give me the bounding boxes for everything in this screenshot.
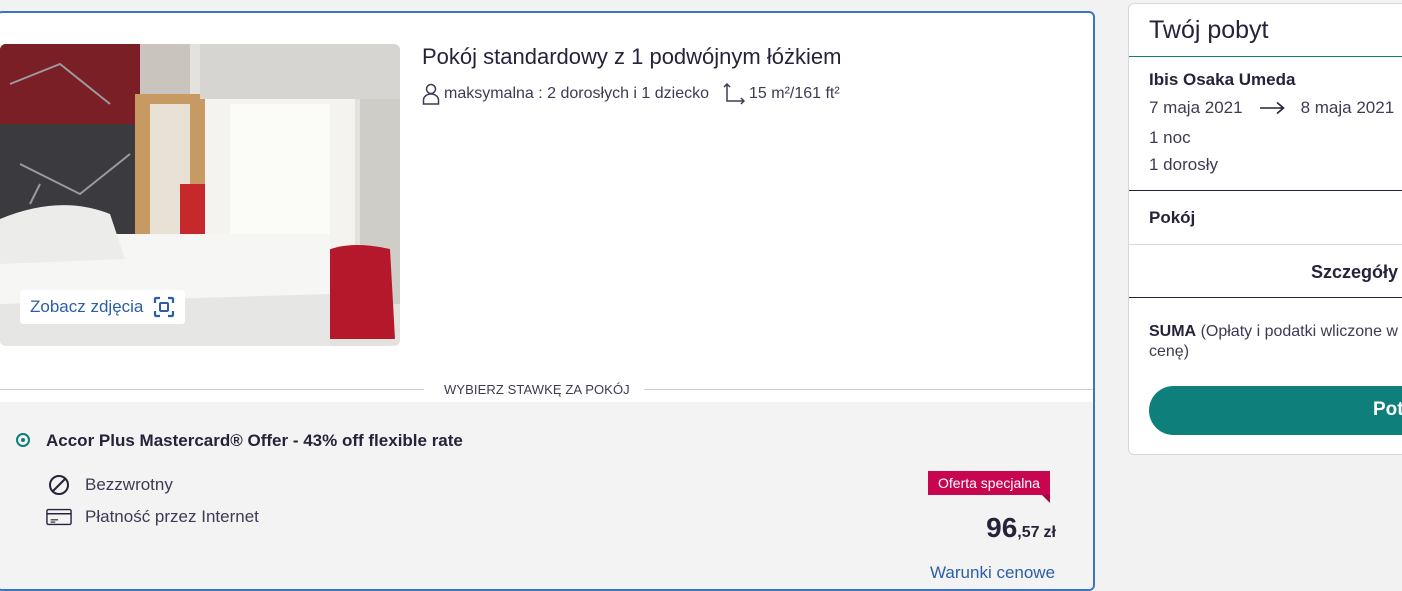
rate-condition-label: Bezzwrotny [85, 475, 173, 494]
view-photos-label: Zobacz zdjęcia [30, 297, 144, 316]
price-decimal: ,57 [1017, 524, 1040, 541]
rate-condition-payment: Płatność przez Internet [46, 507, 259, 527]
arrow-right-icon [1259, 101, 1285, 115]
view-photos-button[interactable]: Zobacz zdjęcia [20, 290, 186, 324]
rate-condition-label: Płatność przez Internet [85, 507, 259, 526]
room-meta: maksymalna : 2 dorosłych i 1 dziecko 15 … [422, 83, 840, 105]
rate-name[interactable]: Accor Plus Mastercard® Offer - 43% off f… [46, 431, 463, 451]
card-icon [46, 508, 72, 526]
rates-divider: WYBIERZ STAWKĘ ZA POKÓJ [0, 382, 1093, 398]
price-integer: 96 [986, 512, 1018, 543]
stay-title: Twój pobyt [1149, 16, 1269, 44]
price-terms-link[interactable]: Warunki cenowe [930, 563, 1055, 583]
person-icon [422, 83, 440, 105]
room-card: Zobacz zdjęcia Pokój standardowy z 1 pod… [0, 11, 1095, 591]
room-size: 15 m²/161 ft² [749, 85, 840, 102]
rates-divider-label: WYBIERZ STAWKĘ ZA POKÓJ [444, 382, 630, 397]
confirm-button[interactable]: Pot [1149, 386, 1402, 435]
stay-nights: 1 noc [1149, 128, 1191, 147]
confirm-button-label: Pot [1373, 399, 1402, 420]
check-out-date: 8 maja 2021 [1300, 98, 1395, 117]
total-summary: SUMA (Opłaty i podatki wliczone w cenę) [1149, 322, 1402, 362]
room-occupancy: maksymalna : 2 dorosłych i 1 dziecko [444, 85, 709, 102]
stay-summary: Twój pobyt Ibis Osaka Umeda 7 maja 2021 … [1128, 3, 1402, 455]
check-in-date: 7 maja 2021 [1149, 98, 1243, 117]
divider [1129, 244, 1402, 245]
hotel-name: Ibis Osaka Umeda [1149, 70, 1296, 89]
details-button[interactable]: Szczegóły [1311, 262, 1398, 283]
special-offer-badge: Oferta specjalna [928, 471, 1050, 503]
price-currency: zł [1043, 524, 1056, 541]
rate-radio[interactable] [16, 433, 30, 447]
rate-condition-refund: Bezzwrotny [46, 474, 173, 496]
gallery-icon [153, 296, 175, 318]
room-label: Pokój [1149, 208, 1196, 227]
room-photo[interactable]: Zobacz zdjęcia [0, 44, 400, 346]
room-title: Pokój standardowy z 1 podwójnym łóżkiem [422, 44, 842, 69]
divider [1129, 190, 1402, 191]
rate-price: 96,57 zł [986, 512, 1056, 544]
divider [1129, 297, 1402, 298]
no-refund-icon [46, 474, 72, 496]
total-label: SUMA [1149, 323, 1197, 340]
rate-option: Accor Plus Mastercard® Offer - 43% off f… [0, 402, 1093, 589]
stay-dates: 7 maja 2021 8 maja 2021 [1149, 98, 1394, 118]
stay-guests: 1 dorosły [1149, 155, 1218, 174]
divider [1129, 56, 1402, 57]
area-icon [723, 83, 745, 105]
